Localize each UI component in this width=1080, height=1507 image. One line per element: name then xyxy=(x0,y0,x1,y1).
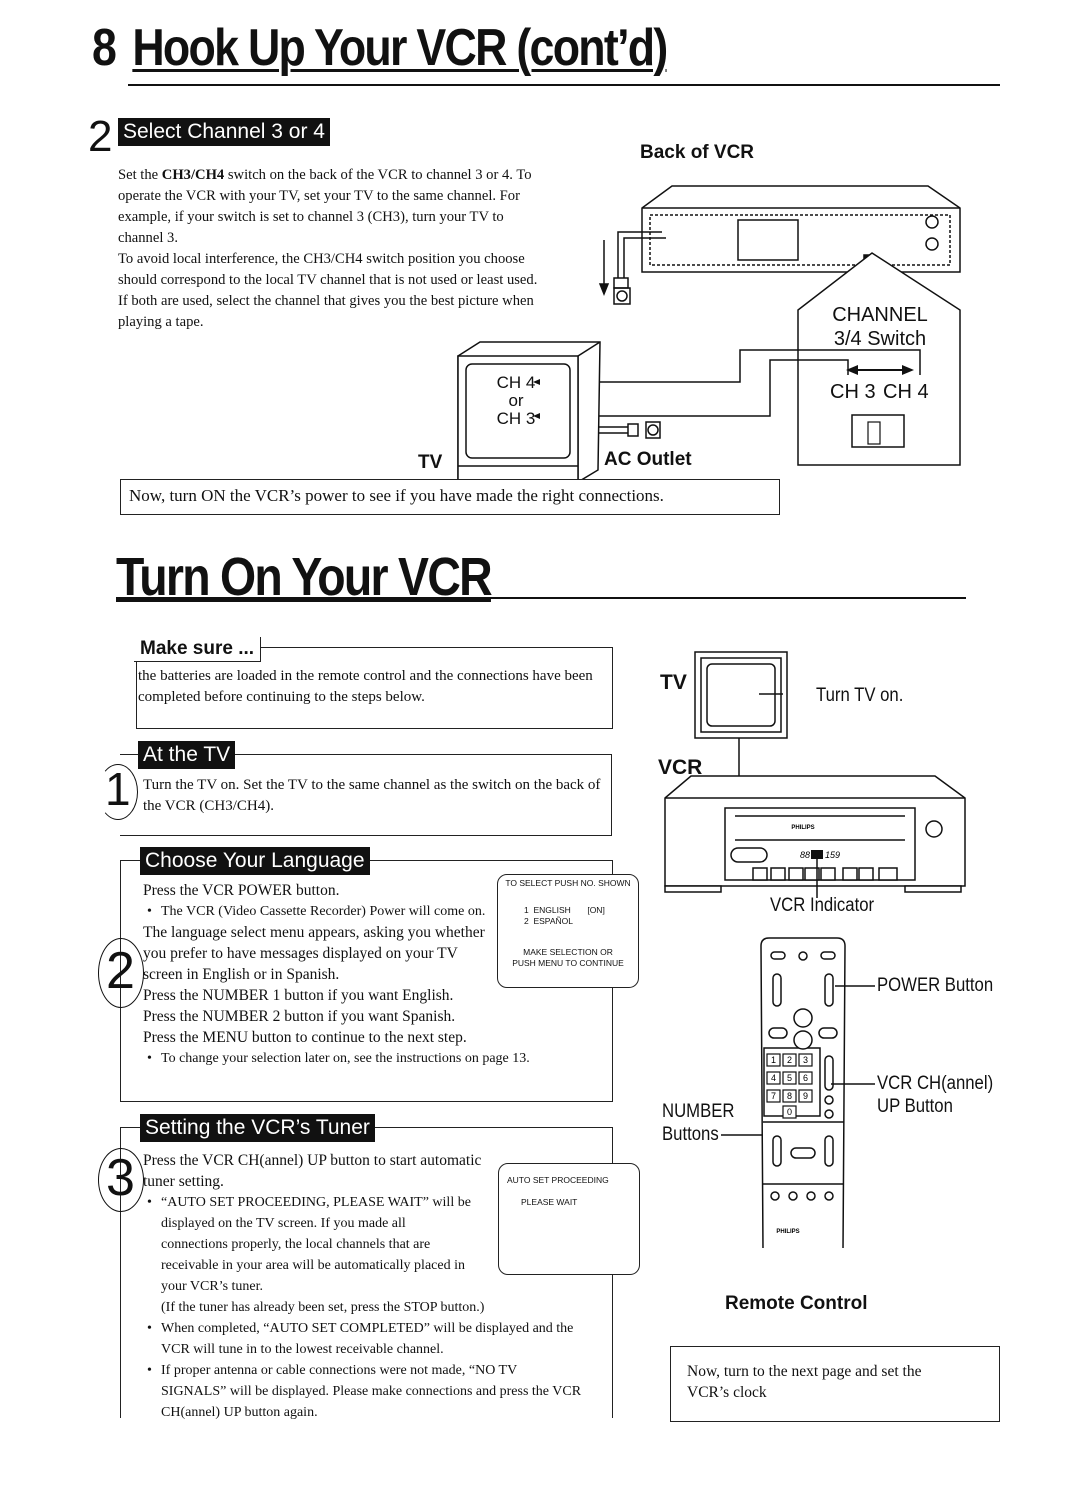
step2-number: 2 xyxy=(106,942,135,1000)
tv-power-cord xyxy=(598,421,661,439)
key-5: 5 xyxy=(787,1073,792,1083)
make-sure-text: the batteries are loaded in the remote c… xyxy=(138,668,593,705)
vcr-indicator-icon xyxy=(811,850,823,859)
key-0: 0 xyxy=(787,1107,792,1117)
key-1: 1 xyxy=(771,1055,776,1065)
ch-up-button-label: VCR CH(annel) UP Button xyxy=(877,1073,994,1117)
section-rule xyxy=(116,597,966,599)
vcr-front-icon xyxy=(664,775,966,893)
key-2: 2 xyxy=(787,1055,792,1065)
key-8: 8 xyxy=(787,1091,792,1101)
number-buttons-label: NUMBER Buttons xyxy=(662,1101,735,1145)
turn-tv-on-label: Turn TV on. xyxy=(816,685,904,706)
page-number: 8 xyxy=(92,19,117,77)
step-heading: Select Channel 3 or 4 xyxy=(118,118,330,146)
make-sure-heading: Make sure ... xyxy=(134,637,262,662)
header-rule xyxy=(128,84,1000,86)
section-title: Turn On Your VCR xyxy=(116,547,493,607)
tv-front-icon xyxy=(694,651,788,776)
step1-number: 1 xyxy=(105,763,131,815)
next-page-note-box: Now, turn to the next page and set the V… xyxy=(670,1346,1000,1422)
ch3-label: CH 3 xyxy=(830,381,876,403)
tv-label: TV xyxy=(418,452,443,473)
vcr-indicator-label: VCR Indicator xyxy=(770,895,875,916)
remote-brand: PHILIPS xyxy=(776,1229,799,1235)
auto-set-screen: AUTO SET PROCEEDING PLEASE WAIT xyxy=(498,1163,640,1275)
power-button-label: POWER Button xyxy=(877,975,994,996)
key-4: 4 xyxy=(771,1073,776,1083)
key-9: 9 xyxy=(803,1091,808,1101)
page-title: Hook Up Your VCR (cont’d) xyxy=(132,19,668,77)
switch-icon xyxy=(851,414,905,448)
remote-control-caption: Remote Control xyxy=(725,1293,868,1314)
step3-number: 3 xyxy=(106,1149,135,1207)
step2-heading: Choose Your Language xyxy=(140,847,370,875)
vcr-remote-diagram: PHILIPS 88 88 159 1 2 3 4 5 6 7 8 xyxy=(664,651,966,1248)
vcr-back-illustration xyxy=(641,185,961,273)
step1-heading: At the TV xyxy=(138,741,236,769)
page-header: 8 Hook Up Your VCR (cont’d) xyxy=(92,22,760,74)
step1-text: Turn the TV on. Set the TV to the same c… xyxy=(143,777,601,814)
language-menu-screen: TO SELECT PUSH NO. SHOWN 1 ENGLISH [ON] … xyxy=(497,874,639,988)
ac-outlet-label: AC Outlet xyxy=(604,449,692,470)
channel-switch-label: CHANNEL 3/4 Switch xyxy=(832,304,928,350)
vcr-brand: PHILIPS xyxy=(791,825,814,831)
key-3: 3 xyxy=(803,1055,808,1065)
ch4-label: CH 4 xyxy=(883,381,929,403)
key-6: 6 xyxy=(803,1073,808,1083)
key-7: 7 xyxy=(771,1091,776,1101)
step-number: 2 xyxy=(88,112,113,161)
power-note-box: Now, turn ON the VCR’s power to see if y… xyxy=(120,479,780,515)
tv-screen-channels: CH 4 or CH 3 xyxy=(496,373,536,428)
step3-heading: Setting the VCR’s Tuner xyxy=(140,1114,375,1142)
